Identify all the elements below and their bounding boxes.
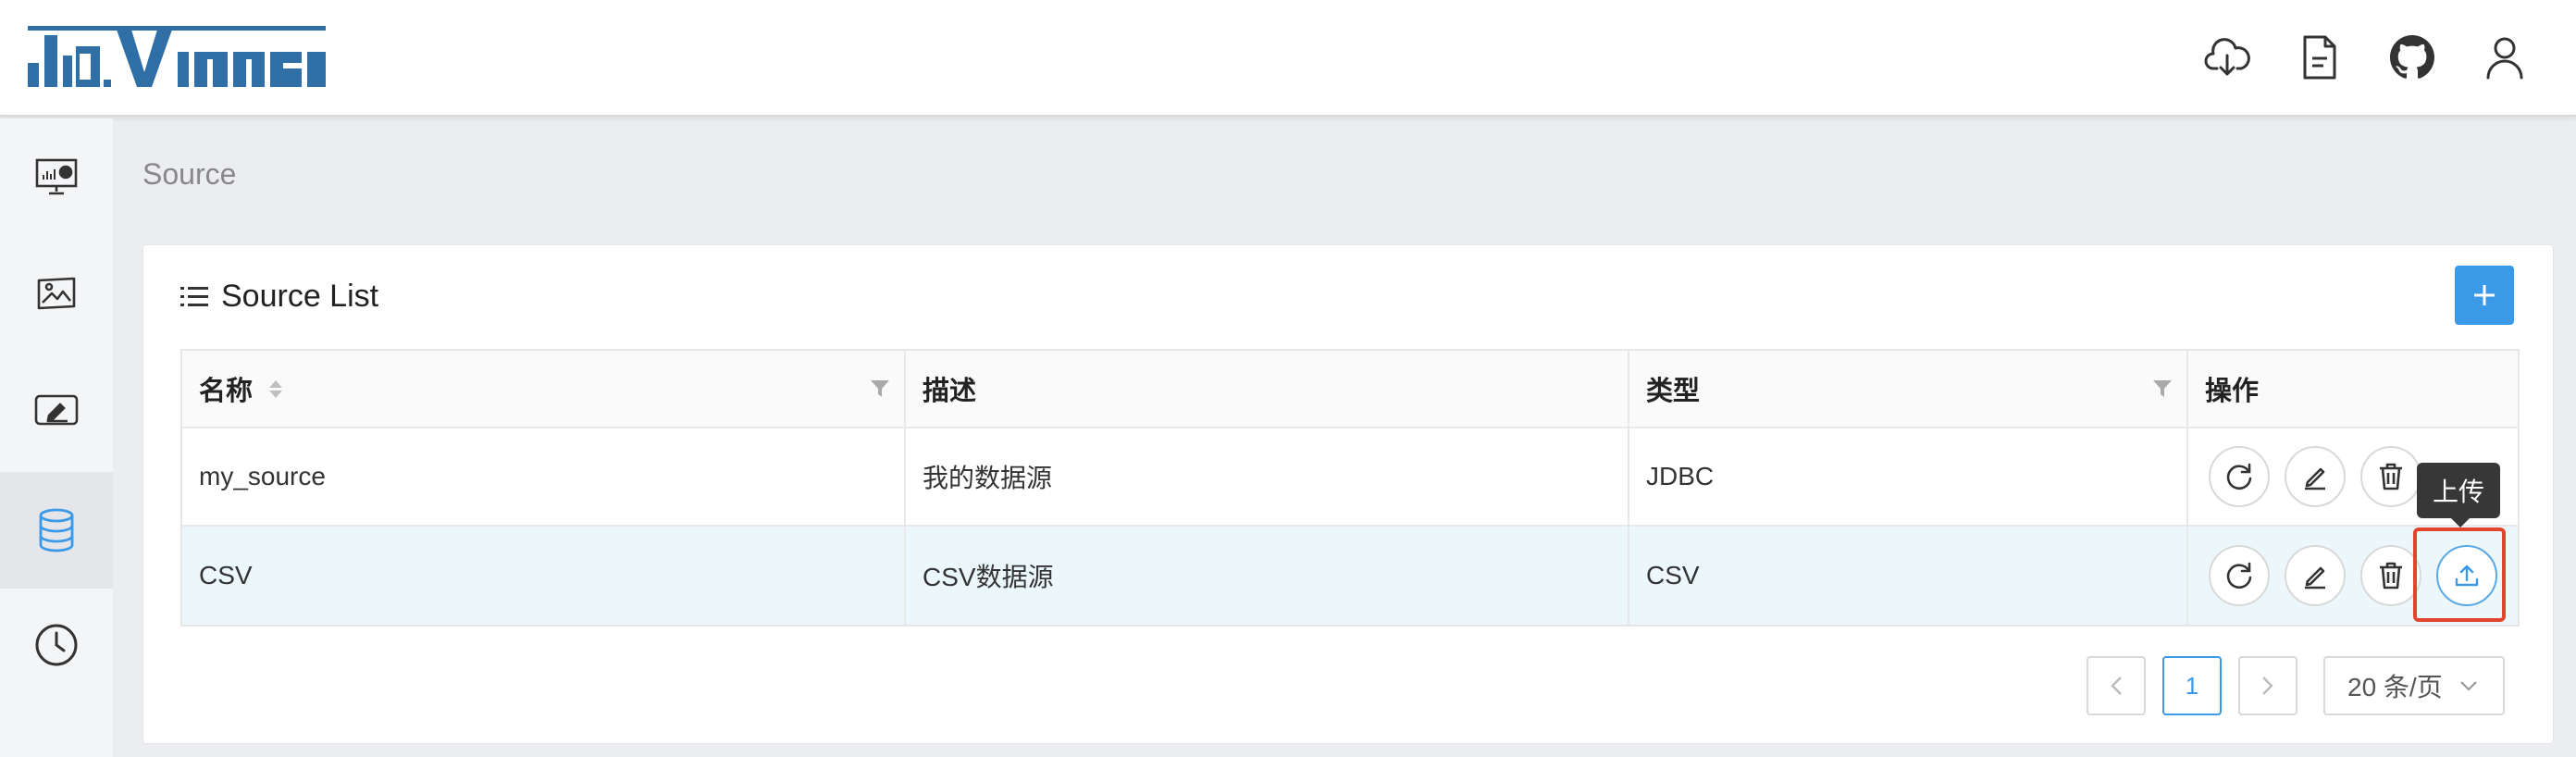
page-size-select[interactable]: 20 条/页 [2323,656,2505,715]
chevron-right-icon [2262,676,2273,695]
cell-name: CSV [182,527,906,625]
refresh-icon [2226,463,2252,490]
sidebar-item-display[interactable] [0,235,113,352]
column-header-name[interactable]: 名称 [182,351,906,427]
dashboard-icon [35,158,78,195]
source-table: 名称 描述 类型 操作 my_source 我的数据源 JDBC CSV CSV… [180,349,2520,627]
github-icon[interactable] [2389,31,2435,83]
table-row: CSV CSV数据源 CSV [182,527,2518,625]
refresh-button[interactable] [2209,446,2270,507]
cell-type: JDBC [1629,428,2188,525]
table-header-row: 名称 描述 类型 操作 [182,351,2518,428]
edit-icon [2305,566,2325,589]
breadcrumb: Source [142,157,237,191]
trash-icon [2380,562,2402,589]
upload-highlight-frame [2413,527,2506,622]
display-icon [37,277,76,310]
source-list-card: Source List 名称 描述 类型 操作 my_source 我的数据源 … [142,244,2554,744]
cell-type: CSV [1629,527,2188,625]
refresh-icon [2226,562,2252,589]
sidebar [0,118,113,757]
chevron-left-icon [2111,676,2122,695]
schedule-icon [35,624,78,666]
sidebar-item-widget[interactable] [0,352,113,468]
prev-page-button[interactable] [2087,656,2146,715]
edit-icon [2305,467,2325,490]
edit-button[interactable] [2285,545,2346,606]
document-icon[interactable] [2297,31,2343,83]
cloud-download-icon[interactable] [2204,31,2250,83]
cell-description: CSV数据源 [906,527,1629,625]
trash-icon [2380,463,2402,490]
plus-icon [2474,285,2495,305]
delete-button[interactable] [2360,446,2421,507]
davinci-logo[interactable] [28,26,326,87]
sidebar-item-dashboard[interactable] [0,118,113,235]
card-title-text: Source List [221,279,379,314]
page-size-value: 20 条/页 [2347,673,2443,701]
refresh-button[interactable] [2209,545,2270,606]
chevron-down-icon [2459,681,2477,691]
sidebar-item-source[interactable] [0,472,113,589]
pagination: 1 [2087,656,2297,715]
table-row: my_source 我的数据源 JDBC [182,428,2518,527]
list-icon [180,286,208,306]
cell-name: my_source [182,428,906,525]
sidebar-item-schedule[interactable] [0,587,113,703]
edit-button[interactable] [2285,446,2346,507]
page-number-button[interactable]: 1 [2162,656,2222,715]
next-page-button[interactable] [2238,656,2297,715]
cell-description: 我的数据源 [906,428,1629,525]
filter-icon[interactable] [2153,380,2172,397]
column-header-actions: 操作 [2205,377,2260,406]
sort-icon[interactable] [269,379,283,398]
user-icon[interactable] [2482,31,2528,83]
upload-tooltip: 上传 [2417,463,2500,527]
column-header-type[interactable]: 类型 [1629,351,2188,427]
widget-icon [34,394,79,426]
column-header-description: 描述 [906,351,1629,427]
card-title: Source List [180,279,378,315]
source-icon [39,508,74,552]
top-header [0,0,2576,117]
add-source-button[interactable] [2455,266,2514,325]
filter-icon[interactable] [871,380,889,397]
